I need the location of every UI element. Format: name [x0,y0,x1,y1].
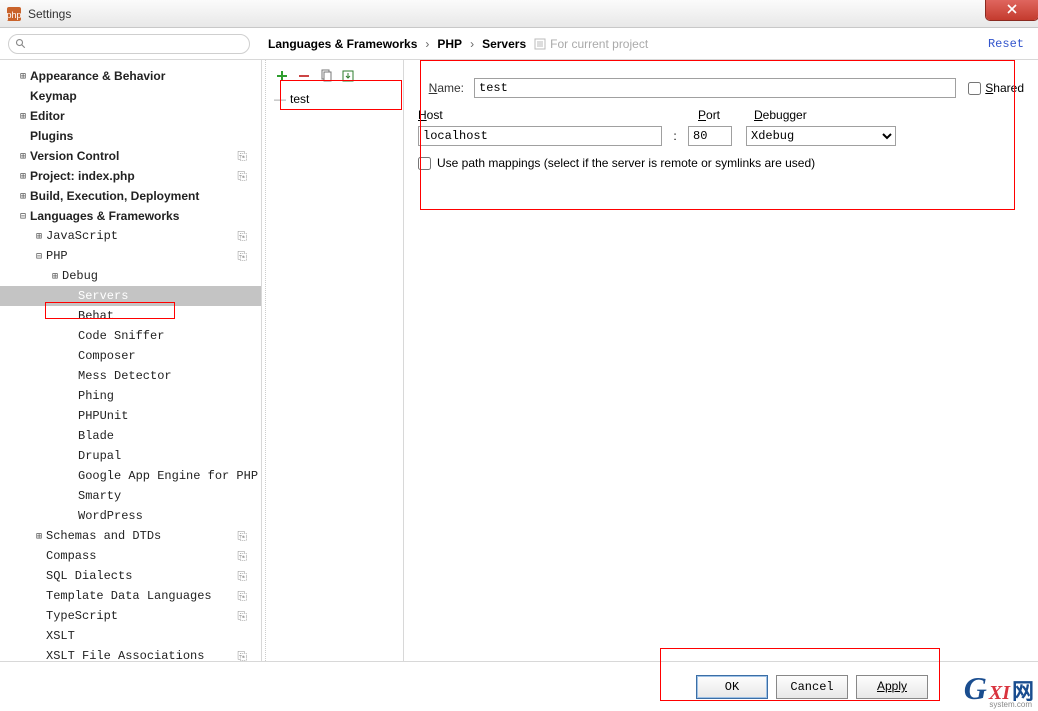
settings-tree[interactable]: ⊞Appearance & Behavior Keymap ⊞Editor Pl… [0,60,262,661]
path-mappings-label: Use path mappings (select if the server … [437,156,815,170]
toolbar-row: Languages & Frameworks › PHP › Servers F… [0,28,1038,60]
project-scope-icon: ⎘ [237,149,247,164]
search-input[interactable] [8,34,250,54]
tree-xslt[interactable]: XSLT [0,626,261,646]
project-scope-icon: ⎘ [237,229,247,244]
tree-blade[interactable]: Blade [0,426,261,446]
chevron-right-icon: › [425,37,429,51]
import-icon[interactable] [340,68,356,84]
port-label: Port [698,108,754,122]
tree-compass[interactable]: Compass⎘ [0,546,261,566]
tree-appearance[interactable]: ⊞Appearance & Behavior [0,66,261,86]
search-icon [15,38,27,50]
titlebar: php Settings [0,0,1038,28]
tree-gae[interactable]: Google App Engine for PHP [0,466,261,486]
watermark: G XI 网 system.com [964,670,1034,707]
footer: OK Cancel Apply [0,661,1038,711]
tree-ts[interactable]: TypeScript⎘ [0,606,261,626]
tree-phing[interactable]: Phing [0,386,261,406]
tree-keymap[interactable]: Keymap [0,86,261,106]
tree-smarty[interactable]: Smarty [0,486,261,506]
server-item-label: test [290,92,309,106]
port-input[interactable] [688,126,732,146]
tree-behat[interactable]: Behat [0,306,261,326]
name-label: Name: [418,81,464,95]
tree-sniffer[interactable]: Code Sniffer [0,326,261,346]
ok-button[interactable]: OK [696,675,768,699]
right-pane: — test Name: Shared Host Port Debugger [266,60,1038,661]
main: ⊞Appearance & Behavior Keymap ⊞Editor Pl… [0,60,1038,661]
remove-icon[interactable] [296,68,312,84]
breadcrumb-php[interactable]: PHP [437,37,462,51]
host-label: Host [418,108,668,122]
tree-project[interactable]: ⊞Project: index.php⎘ [0,166,261,186]
tree-composer[interactable]: Composer [0,346,261,366]
project-scope-icon: ⎘ [237,569,247,584]
tree-wordpress[interactable]: WordPress [0,506,261,526]
reset-link[interactable]: Reset [988,37,1038,51]
apply-button[interactable]: Apply [856,675,928,699]
tree-php[interactable]: ⊟PHP⎘ [0,246,261,266]
shared-checkbox-wrap[interactable]: Shared [968,81,1024,95]
svg-text:php: php [6,10,21,20]
tree-vcs[interactable]: ⊞Version Control⎘ [0,146,261,166]
app-icon: php [6,6,22,22]
debugger-select[interactable]: Xdebug [746,126,896,146]
project-scope-icon: ⎘ [237,649,247,662]
server-item-test[interactable]: — test [266,90,403,108]
tree-js[interactable]: ⊞JavaScript⎘ [0,226,261,246]
tree-schemas[interactable]: ⊞Schemas and DTDs⎘ [0,526,261,546]
tree-build[interactable]: ⊞Build, Execution, Deployment [0,186,261,206]
tree-editor[interactable]: ⊞Editor [0,106,261,126]
window-title: Settings [28,7,71,21]
tree-phpunit[interactable]: PHPUnit [0,406,261,426]
tree-lang[interactable]: ⊟Languages & Frameworks [0,206,261,226]
tree-xsltfa[interactable]: XSLT File Associations⎘ [0,646,261,661]
tree-servers[interactable]: Servers [0,286,261,306]
shared-checkbox[interactable] [968,82,981,95]
add-icon[interactable] [274,68,290,84]
servers-list-pane: — test [266,60,404,661]
tree-template[interactable]: Template Data Languages⎘ [0,586,261,606]
copy-icon[interactable] [318,68,334,84]
tree-debug[interactable]: ⊞Debug [0,266,261,286]
search-wrap [0,30,258,58]
tree-plugins[interactable]: Plugins [0,126,261,146]
tree-sql[interactable]: SQL Dialects⎘ [0,566,261,586]
project-scope-icon: ⎘ [237,529,247,544]
host-input[interactable] [418,126,662,146]
tree-drupal[interactable]: Drupal [0,446,261,466]
tree-mess[interactable]: Mess Detector [0,366,261,386]
project-scope-icon: ⎘ [237,549,247,564]
breadcrumb-lang[interactable]: Languages & Frameworks [268,37,417,51]
colon-sep: : [668,129,682,143]
breadcrumb-servers: Servers [482,37,526,51]
close-button[interactable] [986,0,1038,20]
project-scope-icon: ⎘ [237,609,247,624]
project-scope-icon: ⎘ [237,169,247,184]
debugger-label: Debugger [754,108,807,122]
project-icon [534,38,546,50]
breadcrumb: Languages & Frameworks › PHP › Servers F… [258,37,988,51]
project-scope-icon: ⎘ [237,249,247,264]
name-input[interactable] [474,78,956,98]
cancel-button[interactable]: Cancel [776,675,848,699]
chevron-right-icon: › [470,37,474,51]
server-bullet: — [274,92,286,106]
path-mappings-checkbox[interactable] [418,157,431,170]
project-scope-icon: ⎘ [237,589,247,604]
form-pane: Name: Shared Host Port Debugger : Xdebug [404,60,1038,661]
project-note: For current project [534,37,648,51]
server-toolbar [266,66,403,90]
